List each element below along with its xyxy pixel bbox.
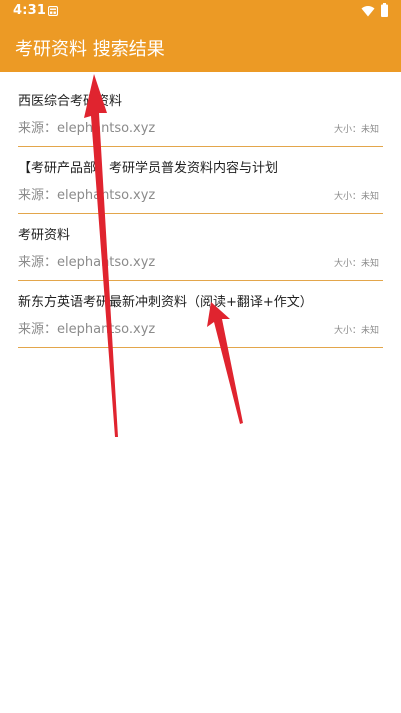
app-bar: 4:31 考研资料 搜索结果 — [0, 0, 401, 72]
result-source: 来源：elephantso.xyz — [18, 322, 156, 337]
result-item[interactable]: 考研资料 来源：elephantso.xyz 大小：未知 — [18, 214, 383, 281]
result-source: 来源：elephantso.xyz — [18, 121, 156, 136]
result-title: 考研资料 — [18, 228, 71, 243]
search-results-list: 西医综合考研资料 来源：elephantso.xyz 大小：未知 【考研产品部】… — [18, 80, 383, 348]
result-title: 新东方英语考研最新冲刺资料（阅读+翻译+作文） — [18, 295, 313, 310]
result-item[interactable]: 西医综合考研资料 来源：elephantso.xyz 大小：未知 — [18, 80, 383, 147]
result-source: 来源：elephantso.xyz — [18, 255, 156, 270]
status-bar: 4:31 — [0, 0, 401, 24]
page-title: 考研资料 搜索结果 — [15, 39, 165, 60]
result-title: 【考研产品部】考研学员普发资料内容与计划 — [18, 161, 279, 176]
result-size: 大小：未知 — [333, 192, 379, 202]
result-size: 大小：未知 — [333, 326, 379, 336]
notification-icon — [48, 6, 58, 16]
result-size: 大小：未知 — [333, 125, 379, 135]
result-source: 来源：elephantso.xyz — [18, 188, 156, 203]
status-time: 4:31 — [13, 3, 47, 18]
wifi-icon — [361, 6, 375, 17]
result-title: 西医综合考研资料 — [18, 94, 123, 109]
search-results-screen: 4:31 考研资料 搜索结果 西医综合考研资料 来源：elephantso.xy… — [0, 0, 401, 713]
battery-icon — [381, 3, 388, 17]
result-item[interactable]: 新东方英语考研最新冲刺资料（阅读+翻译+作文） 来源：elephantso.xy… — [18, 281, 383, 348]
result-item[interactable]: 【考研产品部】考研学员普发资料内容与计划 来源：elephantso.xyz 大… — [18, 147, 383, 214]
result-size: 大小：未知 — [333, 259, 379, 269]
